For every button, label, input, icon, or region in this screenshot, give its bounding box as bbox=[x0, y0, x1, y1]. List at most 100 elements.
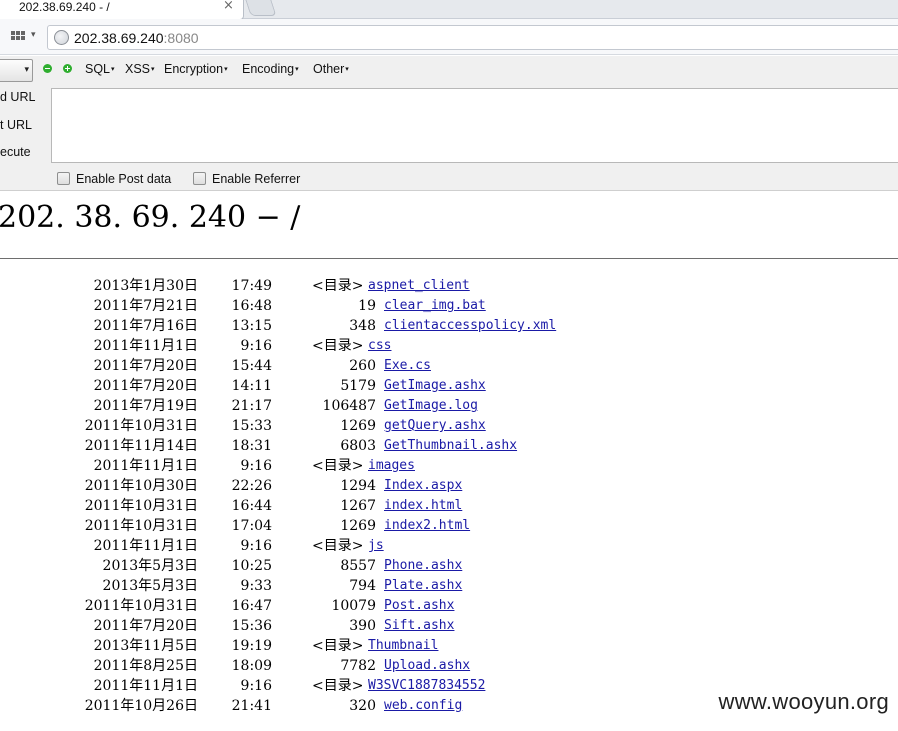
apps-dropdown-icon[interactable]: ▾ bbox=[31, 30, 36, 40]
file-link[interactable]: index.html bbox=[384, 496, 462, 516]
split-url-button[interactable]: t URL bbox=[0, 118, 32, 132]
menu-other[interactable]: Other▾ bbox=[313, 62, 349, 76]
listing-row: 2013年5月3日 10:25 8557 Phone.ashx bbox=[0, 556, 898, 576]
enable-referrer-label: Enable Referrer bbox=[212, 172, 301, 186]
file-link[interactable]: Post.ashx bbox=[384, 596, 454, 616]
checkbox-box[interactable] bbox=[193, 172, 206, 185]
listing-row: 2013年5月3日 9:33 794 Plate.ashx bbox=[0, 576, 898, 596]
entry-date: 2011年7月20日 bbox=[93, 378, 198, 394]
entry-size: 5179 bbox=[340, 378, 376, 394]
entry-date: 2011年11月1日 bbox=[93, 678, 198, 694]
listing-row: 2011年7月20日 14:11 5179 GetImage.ashx bbox=[0, 376, 898, 396]
entry-time: 21:17 bbox=[231, 398, 272, 414]
directory-link[interactable]: Thumbnail bbox=[368, 636, 438, 656]
address-bar[interactable]: 202.38.69.240:8080 bbox=[47, 25, 898, 50]
tab-strip: 202.38.69.240 - / × bbox=[0, 0, 898, 20]
menu-sql[interactable]: SQL▾ bbox=[85, 62, 115, 76]
file-link[interactable]: web.config bbox=[384, 696, 462, 716]
directory-label: <目录> bbox=[312, 538, 364, 554]
directory-link[interactable]: images bbox=[368, 456, 415, 476]
entry-time: 16:44 bbox=[231, 498, 272, 514]
entry-size: 1269 bbox=[340, 418, 376, 434]
entry-date: 2013年11月5日 bbox=[93, 638, 198, 654]
hackbar-panel: ▾ SQL▾ XSS▾ Encryption▾ Encoding▾ Other▾… bbox=[0, 56, 898, 191]
entry-size: 1267 bbox=[340, 498, 376, 514]
listing-row: 2011年10月31日 15:33 1269 getQuery.ashx bbox=[0, 416, 898, 436]
tab-close-icon[interactable]: × bbox=[223, 0, 234, 13]
entry-time: 15:36 bbox=[231, 618, 272, 634]
directory-link[interactable]: W3SVC1887834552 bbox=[368, 676, 485, 696]
entry-size: 8557 bbox=[340, 558, 376, 574]
hackbar-select[interactable]: ▾ bbox=[0, 59, 33, 82]
file-link[interactable]: clientaccesspolicy.xml bbox=[384, 316, 556, 336]
listing-row: 2011年10月31日 17:04 1269 index2.html bbox=[0, 516, 898, 536]
file-link[interactable]: clear_img.bat bbox=[384, 296, 486, 316]
minus-icon[interactable] bbox=[43, 64, 52, 73]
listing-row: 2011年11月1日 9:16 <目录> images bbox=[0, 456, 898, 476]
entry-time: 22:26 bbox=[231, 478, 272, 494]
tab-title: 202.38.69.240 - / bbox=[19, 0, 110, 14]
directory-link[interactable]: css bbox=[368, 336, 391, 356]
menu-xss[interactable]: XSS▾ bbox=[125, 62, 155, 76]
menu-label: Encryption bbox=[164, 62, 224, 76]
entry-time: 18:09 bbox=[231, 658, 272, 674]
checkbox-box[interactable] bbox=[57, 172, 70, 185]
entry-time: 21:41 bbox=[231, 698, 272, 714]
load-url-button[interactable]: d URL bbox=[0, 90, 35, 104]
entry-size: 1294 bbox=[340, 478, 376, 494]
menu-label: XSS bbox=[125, 62, 151, 76]
file-link[interactable]: Upload.ashx bbox=[384, 656, 470, 676]
listing-row: 2011年7月20日 15:44 260 Exe.cs bbox=[0, 356, 898, 376]
directory-label: <目录> bbox=[312, 638, 364, 654]
entry-time: 16:47 bbox=[231, 598, 272, 614]
hackbar-url-textarea[interactable] bbox=[51, 88, 898, 163]
entry-date: 2011年10月30日 bbox=[84, 478, 198, 494]
entry-time: 15:44 bbox=[231, 358, 272, 374]
file-link[interactable]: GetImage.ashx bbox=[384, 376, 486, 396]
file-link[interactable]: Phone.ashx bbox=[384, 556, 462, 576]
enable-referrer-checkbox[interactable]: Enable Referrer bbox=[193, 172, 300, 188]
entry-size: 7782 bbox=[340, 658, 376, 674]
file-link[interactable]: Sift.ashx bbox=[384, 616, 454, 636]
url-text[interactable]: 202.38.69.240:8080 bbox=[74, 30, 199, 46]
listing-row: 2011年11月1日 9:16 <目录> css bbox=[0, 336, 898, 356]
entry-size: 348 bbox=[349, 318, 376, 334]
enable-post-checkbox[interactable]: Enable Post data bbox=[57, 172, 171, 188]
entry-date: 2011年7月20日 bbox=[93, 358, 198, 374]
apps-grid-icon[interactable] bbox=[11, 31, 26, 43]
listing-row: 2011年7月16日 13:15 348 clientaccesspolicy.xml bbox=[0, 316, 898, 336]
new-tab-button[interactable] bbox=[245, 0, 277, 16]
watermark: www.wooyun.org bbox=[718, 689, 889, 714]
divider bbox=[0, 258, 898, 259]
file-link[interactable]: Plate.ashx bbox=[384, 576, 462, 596]
page-content: 202. 38. 69. 240 − / 2013年1月30日 17:49 <目录>… bbox=[0, 191, 898, 731]
entry-time: 14:11 bbox=[231, 378, 272, 394]
entry-date: 2011年10月31日 bbox=[84, 598, 198, 614]
menu-encryption[interactable]: Encryption▾ bbox=[164, 62, 228, 76]
entry-size: 10079 bbox=[331, 598, 376, 614]
entry-date: 2011年11月1日 bbox=[93, 538, 198, 554]
tab-active[interactable]: 202.38.69.240 - / × bbox=[0, 0, 244, 20]
file-link[interactable]: Exe.cs bbox=[384, 356, 431, 376]
file-link[interactable]: getQuery.ashx bbox=[384, 416, 486, 436]
url-port: :8080 bbox=[163, 30, 199, 46]
execute-button[interactable]: ecute bbox=[0, 145, 31, 159]
caret-icon: ▾ bbox=[111, 65, 115, 73]
globe-icon bbox=[54, 30, 69, 45]
entry-size: 260 bbox=[349, 358, 376, 374]
entry-date: 2011年10月31日 bbox=[84, 418, 198, 434]
file-link[interactable]: index2.html bbox=[384, 516, 470, 536]
menu-encoding[interactable]: Encoding▾ bbox=[242, 62, 299, 76]
menu-label: Other bbox=[313, 62, 345, 76]
plus-icon[interactable] bbox=[63, 64, 72, 73]
caret-icon: ▾ bbox=[151, 65, 155, 73]
listing-row: 2011年11月14日 18:31 6803 GetThumbnail.ashx bbox=[0, 436, 898, 456]
listing-row: 2011年7月20日 15:36 390 Sift.ashx bbox=[0, 616, 898, 636]
file-link[interactable]: Index.aspx bbox=[384, 476, 462, 496]
file-link[interactable]: GetImage.log bbox=[384, 396, 478, 416]
directory-link[interactable]: aspnet_client bbox=[368, 276, 470, 296]
entry-date: 2011年11月1日 bbox=[93, 458, 198, 474]
directory-link[interactable]: js bbox=[368, 536, 384, 556]
file-link[interactable]: GetThumbnail.ashx bbox=[384, 436, 517, 456]
entry-date: 2013年1月30日 bbox=[93, 278, 198, 294]
